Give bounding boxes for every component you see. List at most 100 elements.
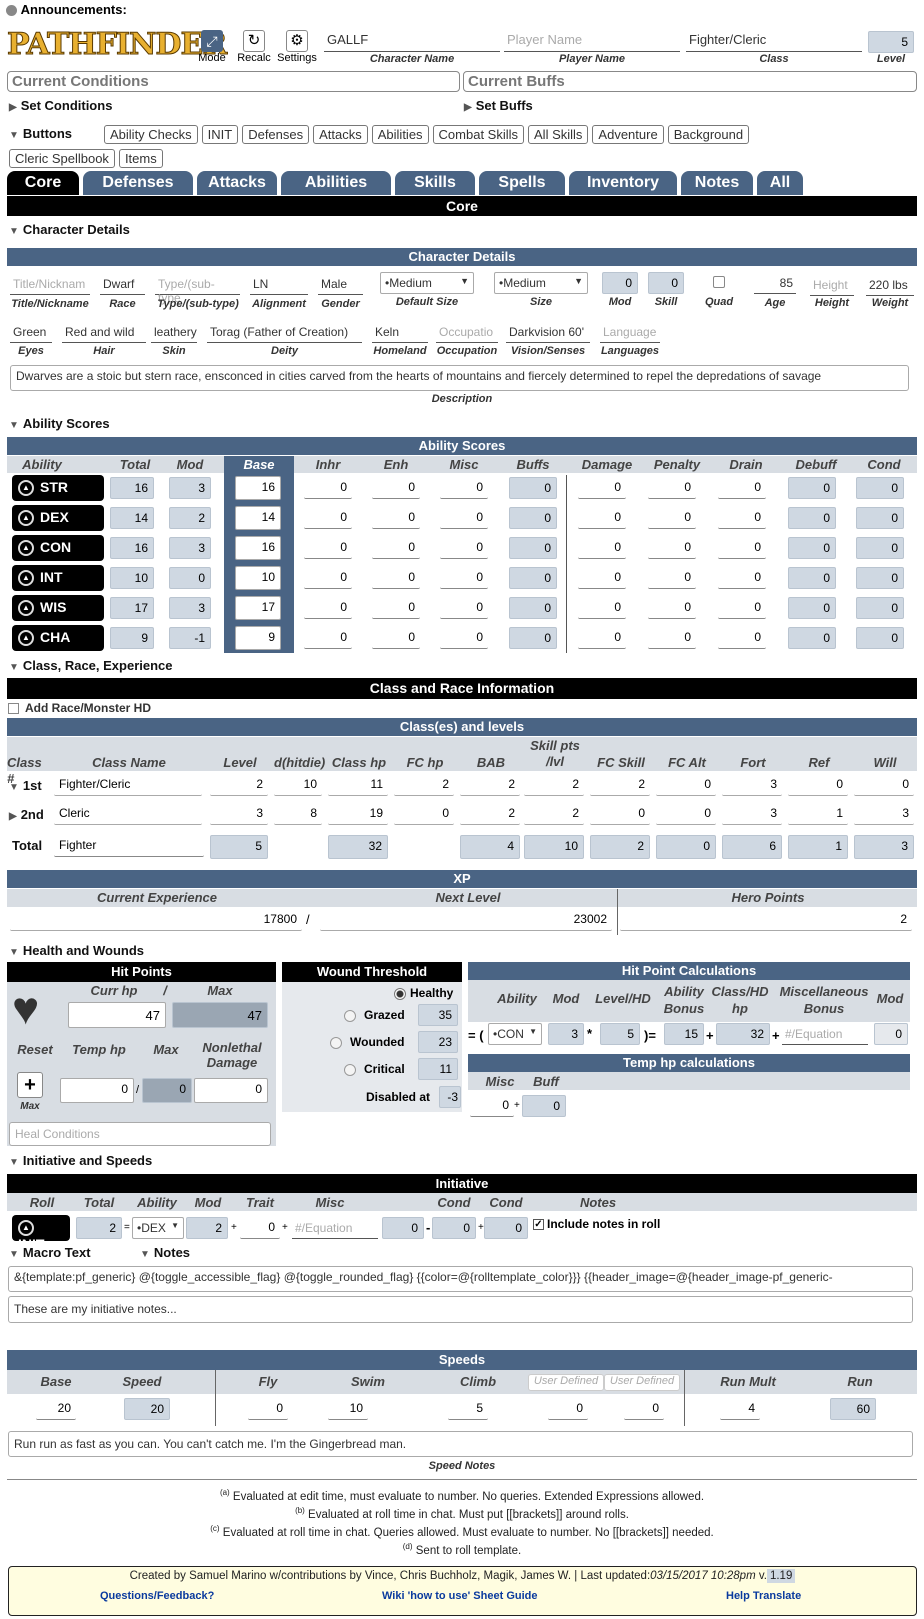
- ability-misc-field[interactable]: 0: [440, 567, 488, 589]
- include-notes-checkbox[interactable]: ✓ Include notes in roll: [533, 1217, 660, 1231]
- tab-defenses[interactable]: Defenses: [83, 171, 193, 195]
- ability-penalty-field[interactable]: 0: [648, 567, 696, 589]
- cleric-spellbook-button[interactable]: Cleric Spellbook: [9, 149, 115, 168]
- class-cell-input[interactable]: 3: [722, 803, 782, 825]
- hp-misc-input[interactable]: #/Equation: [782, 1026, 868, 1045]
- vision-input[interactable]: Darkvision 60': [506, 324, 590, 343]
- weight-input[interactable]: 220 lbs: [866, 277, 914, 296]
- class-cell-input[interactable]: 2: [460, 803, 520, 825]
- macro-textarea[interactable]: &{template:pf_generic} @{toggle_accessib…: [8, 1266, 913, 1292]
- ability-damage-field[interactable]: 0: [578, 627, 626, 649]
- ability-roll-dex[interactable]: ▲ DEX: [12, 505, 104, 531]
- ability-penalty-field[interactable]: 0: [648, 477, 696, 499]
- ability-penalty-field[interactable]: 0: [648, 597, 696, 619]
- help-translate-link[interactable]: Help Translate: [726, 1590, 801, 1602]
- all-skills-button[interactable]: All Skills: [528, 125, 589, 144]
- class-cell-input[interactable]: 3: [854, 803, 914, 825]
- gender-input[interactable]: Male: [318, 276, 363, 295]
- ability-misc-field[interactable]: 0: [440, 597, 488, 619]
- ability-roll-cha[interactable]: ▲ CHA: [12, 625, 104, 651]
- ability-inhr-field[interactable]: 0: [304, 507, 352, 529]
- class-cell-input[interactable]: 0: [394, 803, 454, 825]
- speed-value[interactable]: 0: [624, 1398, 664, 1420]
- adventure-button[interactable]: Adventure: [592, 125, 664, 144]
- temp-misc-input[interactable]: 0: [470, 1095, 514, 1117]
- ability-misc-field[interactable]: 0: [440, 627, 488, 649]
- ability-inhr-field[interactable]: 0: [304, 537, 352, 559]
- attacks-button[interactable]: Attacks: [313, 125, 368, 144]
- reset-hp-button[interactable]: +: [17, 1072, 43, 1098]
- init-roll-button[interactable]: ▲INIT: [12, 1215, 70, 1252]
- title-input[interactable]: Title/Nicknam: [10, 276, 90, 295]
- age-input[interactable]: 85: [754, 275, 796, 294]
- class-input[interactable]: Fighter/Cleric: [686, 31, 862, 52]
- ability-scores-toggle[interactable]: ▼ Ability Scores: [9, 416, 110, 431]
- class-cell-input[interactable]: 1: [788, 803, 848, 825]
- add-race-hd[interactable]: Add Race/Monster HD: [8, 701, 151, 715]
- init-ability-select[interactable]: •DEX ▼: [132, 1217, 184, 1239]
- tab-skills[interactable]: Skills: [395, 171, 475, 195]
- abilities-button[interactable]: Abilities: [371, 125, 429, 144]
- hair-input[interactable]: Red and wild: [62, 324, 146, 343]
- init-trait-input[interactable]: 0: [240, 1217, 280, 1239]
- ability-drain-field[interactable]: 0: [718, 627, 766, 649]
- class-cell-input[interactable]: 2: [394, 774, 454, 796]
- ability-base-input[interactable]: 9: [235, 626, 281, 650]
- questions-link[interactable]: Questions/Feedback?: [100, 1590, 214, 1602]
- set-buffs-toggle[interactable]: ▶ Set Buffs: [464, 98, 533, 113]
- settings-button[interactable]: ⚙ Settings: [274, 30, 320, 64]
- height-input[interactable]: Height: [810, 277, 854, 296]
- ability-damage-field[interactable]: 0: [578, 507, 626, 529]
- critical-radio[interactable]: Critical: [344, 1062, 405, 1076]
- mode-button[interactable]: ⤢ Mode: [198, 30, 226, 64]
- nonlethal-input[interactable]: 0: [194, 1078, 268, 1103]
- homeland-input[interactable]: Keln: [372, 324, 428, 343]
- ability-inhr-field[interactable]: 0: [304, 627, 352, 649]
- speed-value[interactable]: 0: [548, 1398, 588, 1420]
- class-cell-input[interactable]: 19: [328, 803, 388, 825]
- skin-input[interactable]: leathery: [151, 324, 197, 343]
- ability-enh-field[interactable]: 0: [372, 567, 420, 589]
- ability-damage-field[interactable]: 0: [578, 567, 626, 589]
- eyes-input[interactable]: Green: [10, 324, 52, 343]
- macro-text-toggle[interactable]: ▼ Macro Text: [9, 1245, 91, 1260]
- speed-notes-textarea[interactable]: Run run as fast as you can. You can't ca…: [8, 1431, 913, 1457]
- tab-all[interactable]: All: [757, 171, 803, 195]
- ability-inhr-field[interactable]: 0: [304, 597, 352, 619]
- ability-roll-con[interactable]: ▲ CON: [12, 535, 104, 561]
- ability-damage-field[interactable]: 0: [578, 477, 626, 499]
- ability-drain-field[interactable]: 0: [718, 567, 766, 589]
- class-cell-input[interactable]: 0: [656, 803, 716, 825]
- recalc-button[interactable]: ↻ Recalc: [236, 30, 272, 64]
- init-misc-input[interactable]: #/Equation: [292, 1220, 378, 1239]
- ability-roll-str[interactable]: ▲ STR: [12, 475, 104, 501]
- tab-inventory[interactable]: Inventory: [569, 171, 677, 195]
- alignment-input[interactable]: LN: [250, 276, 308, 295]
- ability-enh-field[interactable]: 0: [372, 537, 420, 559]
- notes-toggle[interactable]: ▼ Notes: [140, 1245, 190, 1260]
- defenses-button[interactable]: Defenses: [242, 125, 310, 144]
- class-name-input[interactable]: Fighter/Cleric: [54, 774, 202, 796]
- ability-roll-wis[interactable]: ▲ WIS: [12, 595, 104, 621]
- occupation-input[interactable]: Occupatio: [436, 324, 498, 343]
- race-input[interactable]: Dwarf: [100, 276, 145, 295]
- type-input[interactable]: Type/(sub-type: [155, 276, 240, 305]
- ability-inhr-field[interactable]: 0: [304, 567, 352, 589]
- healthy-radio[interactable]: Healthy: [394, 986, 453, 1000]
- ability-drain-field[interactable]: 0: [718, 477, 766, 499]
- class-cell-input[interactable]: 2: [524, 803, 584, 825]
- ability-misc-field[interactable]: 0: [440, 537, 488, 559]
- tab-notes[interactable]: Notes: [681, 171, 753, 195]
- ability-penalty-field[interactable]: 0: [648, 627, 696, 649]
- tab-attacks[interactable]: Attacks: [197, 171, 277, 195]
- class-cell-input[interactable]: 0: [656, 774, 716, 796]
- class-cell-input[interactable]: 3: [722, 774, 782, 796]
- class-name-input[interactable]: Cleric: [54, 803, 202, 825]
- current-xp-input[interactable]: 17800: [10, 909, 302, 931]
- init-button[interactable]: INIT: [201, 125, 239, 144]
- speed-value[interactable]: 4: [720, 1398, 760, 1420]
- class-row-toggle[interactable]: ▶ 2nd: [9, 807, 53, 822]
- speed-value[interactable]: 10: [328, 1398, 368, 1420]
- hp-ability-select[interactable]: •CON ▼: [488, 1023, 542, 1045]
- class-cell-input[interactable]: 11: [328, 774, 388, 796]
